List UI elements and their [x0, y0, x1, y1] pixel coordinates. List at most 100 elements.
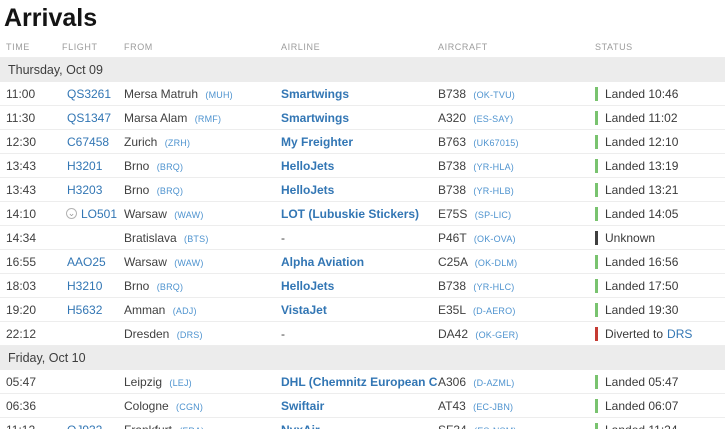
flight-number-link[interactable]: QS3261 — [67, 87, 111, 101]
status-cell: Landed 17:50 — [595, 279, 725, 293]
status-cell: Diverted to DRS — [595, 327, 725, 341]
aircraft-cell: A320 (ES-SAY) — [438, 111, 595, 125]
airline-link[interactable]: HelloJets — [281, 279, 334, 293]
aircraft-type: E75S — [438, 207, 467, 221]
table-row[interactable]: 11:30 QS1347 Marsa Alam (RMF) Smartwings… — [0, 106, 725, 130]
aircraft-type: B738 — [438, 87, 466, 101]
date-section: Friday, Oct 10 05:47 Leipzig (LEJ) DHL (… — [0, 346, 725, 429]
airline-link: - — [281, 327, 285, 341]
from-cell: Warsaw (WAW) — [124, 255, 281, 269]
origin-airport-code-link[interactable]: (WAW) — [174, 258, 203, 268]
origin-airport-code-link[interactable]: (DRS) — [177, 330, 203, 340]
origin-airport-code-link[interactable]: (BRQ) — [157, 282, 184, 292]
table-row[interactable]: 14:34 Bratislava (BTS) - P46T (OK-OVA) U… — [0, 226, 725, 250]
registration-link[interactable]: (D-AERO) — [473, 306, 516, 316]
registration-link[interactable]: (YR-HLC) — [473, 282, 514, 292]
registration-link[interactable]: (YR-HLB) — [473, 186, 514, 196]
table-row[interactable]: 19:20 H5632 Amman (ADJ) VistaJet E35L (D… — [0, 298, 725, 322]
origin-airport-code-link[interactable]: (ADJ) — [173, 306, 197, 316]
column-header-airline: AIRLINE — [281, 42, 438, 52]
status-divert-airport-link[interactable]: DRS — [667, 327, 692, 341]
flight-number-link[interactable]: H3210 — [67, 279, 102, 293]
status-bar — [595, 399, 598, 413]
from-cell: Cologne (CGN) — [124, 399, 281, 413]
airline-cell: HelloJets — [281, 183, 438, 197]
status-bar — [595, 111, 598, 125]
registration-link[interactable]: (YR-HLA) — [473, 162, 514, 172]
aircraft-cell: A306 (D-AZML) — [438, 375, 595, 389]
table-row[interactable]: 13:43 H3203 Brno (BRQ) HelloJets B738 (Y… — [0, 178, 725, 202]
origin-airport-code-link[interactable]: (CGN) — [176, 402, 203, 412]
table-row[interactable]: 22:12 Dresden (DRS) - DA42 (OK-GER) Dive… — [0, 322, 725, 346]
time-cell: 22:12 — [0, 327, 62, 341]
airline-cell: Smartwings — [281, 87, 438, 101]
flight-number-link[interactable]: H5632 — [67, 303, 102, 317]
registration-link[interactable]: (OK-OVA) — [474, 234, 516, 244]
status-bar — [595, 135, 598, 149]
origin-airport-code-link[interactable]: (BRQ) — [157, 162, 184, 172]
time-cell: 12:30 — [0, 135, 62, 149]
airline-link[interactable]: HelloJets — [281, 183, 334, 197]
registration-link[interactable]: (ES-SAY) — [473, 114, 513, 124]
airline-link[interactable]: My Freighter — [281, 135, 353, 149]
airline-link[interactable]: NyxAir — [281, 423, 320, 429]
flight-number-link[interactable]: LO501 — [81, 207, 117, 221]
from-cell: Mersa Matruh (MUH) — [124, 87, 281, 101]
status-bar — [595, 183, 598, 197]
from-cell: Zurich (ZRH) — [124, 135, 281, 149]
table-row[interactable]: 16:55 AAO25 Warsaw (WAW) Alpha Aviation … — [0, 250, 725, 274]
flight-number-link[interactable]: OJ932 — [67, 423, 102, 429]
airline-link[interactable]: VistaJet — [281, 303, 327, 317]
table-row[interactable]: 11:12 OJ932 Frankfurt (FRA) NyxAir SF34 … — [0, 418, 725, 429]
time-cell: 11:00 — [0, 87, 62, 101]
airline-link[interactable]: Alpha Aviation — [281, 255, 364, 269]
registration-link[interactable]: (OK-DLM) — [475, 258, 518, 268]
origin-city: Brno — [124, 279, 149, 293]
table-row[interactable]: 12:30 C67458 Zurich (ZRH) My Freighter B… — [0, 130, 725, 154]
table-row[interactable]: 05:47 Leipzig (LEJ) DHL (Chemnitz Europe… — [0, 370, 725, 394]
status-text: Landed 16:56 — [605, 255, 678, 269]
table-row[interactable]: 13:43 H3201 Brno (BRQ) HelloJets B738 (Y… — [0, 154, 725, 178]
aircraft-type: SF34 — [438, 423, 467, 429]
origin-airport-code-link[interactable]: (BRQ) — [157, 186, 184, 196]
origin-city: Zurich — [124, 135, 157, 149]
registration-link[interactable]: (D-AZML) — [473, 378, 514, 388]
time-cell: 11:12 — [0, 423, 62, 429]
registration-link[interactable]: (SP-LIC) — [475, 210, 512, 220]
table-row[interactable]: 14:10 ⌄ LO501 Warsaw (WAW) LOT (Lubuskie… — [0, 202, 725, 226]
airline-link[interactable]: DHL (Chemnitz European Capit... — [281, 375, 438, 389]
table-row[interactable]: 06:36 Cologne (CGN) Swiftair AT43 (EC-JB… — [0, 394, 725, 418]
flight-cell: H3201 — [62, 159, 124, 173]
origin-airport-code-link[interactable]: (MUH) — [205, 90, 233, 100]
flight-number-link[interactable]: H3203 — [67, 183, 102, 197]
origin-airport-code-link[interactable]: (FRA) — [179, 426, 204, 429]
status-text: Landed 19:30 — [605, 303, 678, 317]
aircraft-type: AT43 — [438, 399, 466, 413]
origin-airport-code-link[interactable]: (BTS) — [184, 234, 209, 244]
flight-number-link[interactable]: C67458 — [67, 135, 109, 149]
airline-link[interactable]: Smartwings — [281, 111, 349, 125]
flight-number-link[interactable]: H3201 — [67, 159, 102, 173]
registration-link[interactable]: (ES-NSM) — [474, 426, 517, 429]
airline-link[interactable]: Swiftair — [281, 399, 324, 413]
origin-city: Cologne — [124, 399, 169, 413]
origin-airport-code-link[interactable]: (WAW) — [174, 210, 203, 220]
column-header-flight: FLIGHT — [62, 42, 124, 52]
registration-link[interactable]: (OK-GER) — [475, 330, 518, 340]
airline-link[interactable]: HelloJets — [281, 159, 334, 173]
airline-link[interactable]: LOT (Lubuskie Stickers) — [281, 207, 419, 221]
origin-airport-code-link[interactable]: (RMF) — [195, 114, 222, 124]
registration-link[interactable]: (OK-TVU) — [473, 90, 515, 100]
flight-number-link[interactable]: QS1347 — [67, 111, 111, 125]
airline-link[interactable]: Smartwings — [281, 87, 349, 101]
origin-city: Mersa Matruh — [124, 87, 198, 101]
aircraft-type: DA42 — [438, 327, 468, 341]
registration-link[interactable]: (EC-JBN) — [473, 402, 513, 412]
table-row[interactable]: 11:00 QS3261 Mersa Matruh (MUH) Smartwin… — [0, 82, 725, 106]
origin-airport-code-link[interactable]: (ZRH) — [165, 138, 191, 148]
table-row[interactable]: 18:03 H3210 Brno (BRQ) HelloJets B738 (Y… — [0, 274, 725, 298]
origin-airport-code-link[interactable]: (LEJ) — [169, 378, 192, 388]
registration-link[interactable]: (UK67015) — [473, 138, 518, 148]
flight-number-link[interactable]: AAO25 — [67, 255, 106, 269]
section-rows: 11:00 QS3261 Mersa Matruh (MUH) Smartwin… — [0, 82, 725, 346]
